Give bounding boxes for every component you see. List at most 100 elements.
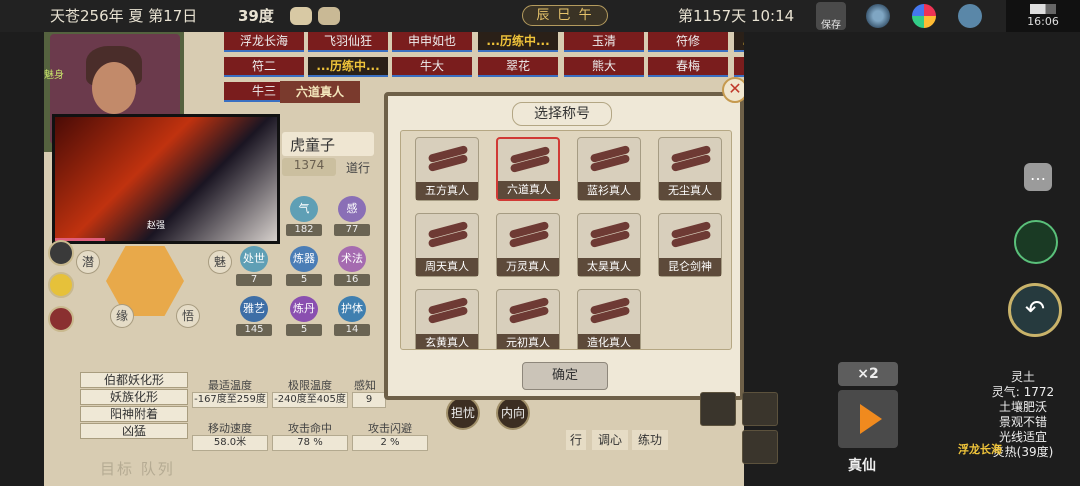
attribute-item[interactable]: 炼器 5 [286, 246, 322, 290]
stove-tile[interactable] [700, 392, 736, 426]
play-button[interactable] [838, 390, 898, 448]
stat-label-hit: 攻击命中 [288, 422, 332, 435]
clock: 16:06 [1027, 15, 1059, 28]
character-number: 1374 [282, 158, 336, 176]
attribute-item[interactable]: 气 182 [286, 196, 322, 240]
equipment-icon[interactable] [48, 306, 74, 332]
title-option[interactable]: 造化真人 [577, 289, 641, 349]
stat-value-move-speed: 58.0米 [192, 435, 268, 451]
attribute-value: 145 [236, 324, 272, 336]
speed-button[interactable]: ×2 [838, 362, 898, 386]
stat-value-optimal-temp: -167度至259度 [192, 392, 268, 408]
scroll-icon [427, 220, 469, 252]
back-icon[interactable]: ↶ [1008, 283, 1062, 337]
title-option[interactable]: 太昊真人 [577, 213, 641, 277]
stat-label-move-speed: 移动速度 [208, 422, 252, 435]
scroll-icon [670, 220, 712, 252]
attribute-value: 5 [286, 324, 322, 336]
title-option-label: 元初真人 [497, 334, 559, 349]
combat-tile[interactable] [742, 392, 778, 426]
bottom-tabs[interactable]: 目标 队列 [100, 458, 175, 479]
title-option[interactable]: 昆仑剑神 [658, 213, 722, 277]
attribute-item[interactable]: 护体 14 [334, 296, 370, 340]
attribute-icon: 雅艺 [240, 296, 268, 322]
select-title-dialog: 选择称号 五方真人 六道真人 蓝衫真人 无尘真人 周天真人 万灵真人 太昊真人 昆仑剑神 玄黄真… [384, 92, 744, 400]
palette-icon[interactable] [912, 4, 936, 28]
hex-label-yuan: 缘 [110, 304, 134, 328]
mode-label: 真仙 [848, 458, 876, 474]
scroll-icon [427, 296, 469, 328]
disciple-name-tag[interactable]: 符二 [224, 57, 304, 77]
video-overlay[interactable]: 赵强 [52, 114, 280, 244]
trait-item[interactable]: 阳神附着 [80, 406, 188, 422]
title-option[interactable]: 五方真人 [415, 137, 479, 201]
worry-button[interactable]: 担忧 [446, 396, 480, 430]
scroll-icon [589, 296, 631, 328]
stat-label-dodge: 攻击闪避 [368, 422, 412, 435]
calendar-date: 天苍256年 夏 第17日 [50, 7, 198, 25]
stat-value-dodge: 2 % [352, 435, 428, 451]
scroll-icon [508, 220, 550, 252]
attribute-icon: 术法 [338, 246, 366, 272]
disciple-name-tag[interactable]: 飞羽仙狂 [308, 32, 388, 52]
save-button[interactable]: 保存 [816, 2, 846, 31]
trait-item[interactable]: 伯都妖化形 [80, 372, 188, 388]
attribute-item[interactable]: 炼丹 5 [286, 296, 322, 340]
disciple-name-tag[interactable]: ...历练中... [308, 57, 388, 77]
current-title-ribbon: 六道真人 [280, 81, 360, 103]
cloud-icon [290, 7, 312, 25]
disciple-name-tag[interactable]: 浮龙长海 [224, 32, 304, 52]
confirm-button[interactable]: 确定 [522, 362, 608, 390]
disciple-name-tag[interactable]: 翠花 [478, 57, 558, 77]
tab-tiaoxin[interactable]: 调心 [592, 430, 628, 450]
stat-value-limit-temp: -240度至405度 [272, 392, 348, 408]
scroll-icon [670, 144, 712, 176]
disciple-name-tag[interactable]: 牛大 [392, 57, 472, 77]
compass-icon[interactable] [866, 4, 890, 28]
add-icon[interactable] [48, 272, 74, 298]
title-option[interactable]: 万灵真人 [496, 213, 560, 277]
attribute-item[interactable]: 感 77 [334, 196, 370, 240]
title-option[interactable]: 玄黄真人 [415, 289, 479, 349]
system-status-bar: 16:06 [1006, 0, 1080, 32]
top-bar: 天苍256年 夏 第17日 39度 辰 巳 午 第1157天 10:14 保存 … [0, 0, 1080, 32]
tab-xing[interactable]: 行 [566, 430, 586, 450]
disciple-name-tag[interactable]: 申申如也 [392, 32, 472, 52]
title-option[interactable]: 六道真人 [496, 137, 560, 201]
character-name: 虎童子 [282, 132, 374, 156]
title-option[interactable]: 周天真人 [415, 213, 479, 277]
battery-icon [1030, 4, 1056, 14]
title-option[interactable]: 蓝衫真人 [577, 137, 641, 201]
attribute-item[interactable]: 处世 7 [236, 246, 272, 290]
attribute-value: 7 [236, 274, 272, 286]
swirl-icon[interactable] [1014, 220, 1058, 264]
disciple-name-tag[interactable]: ...历练中... [478, 32, 558, 52]
tab-liangong[interactable]: 练功 [632, 430, 668, 450]
attribute-item[interactable]: 雅艺 145 [236, 296, 272, 340]
scroll-icon [508, 296, 550, 328]
title-option-label: 蓝衫真人 [578, 182, 640, 200]
attribute-value: 77 [334, 224, 370, 236]
introvert-button[interactable]: 内向 [496, 396, 530, 430]
daoxing-label: 道行 [346, 161, 371, 175]
stat-label-limit-temp: 极限温度 [288, 379, 332, 392]
stat-value-hit: 78 % [272, 435, 348, 451]
trait-item[interactable]: 妖族化形 [80, 389, 188, 405]
disciple-name-tag[interactable]: 玉清 [564, 32, 644, 52]
attribute-icon: 护体 [338, 296, 366, 322]
nav-side-button-1[interactable] [48, 240, 74, 266]
portrait-label: 魅身 [44, 70, 64, 81]
gear-icon[interactable] [958, 4, 982, 28]
disciple-name-tag[interactable]: 符修 [648, 32, 728, 52]
title-option[interactable]: 元初真人 [496, 289, 560, 349]
trait-item[interactable]: 凶猛 [80, 423, 188, 439]
disciple-name-tag[interactable]: 春梅 [648, 57, 728, 77]
attribute-value: 16 [334, 274, 370, 286]
title-option-label: 玄黄真人 [416, 334, 478, 349]
title-option[interactable]: 无尘真人 [658, 137, 722, 201]
tile-info-line: 土壤肥沃 [998, 400, 1047, 414]
hand-tile[interactable] [742, 430, 778, 464]
chat-icon[interactable]: … [1024, 163, 1052, 191]
attribute-item[interactable]: 术法 16 [334, 246, 370, 290]
disciple-name-tag[interactable]: 熊大 [564, 57, 644, 77]
